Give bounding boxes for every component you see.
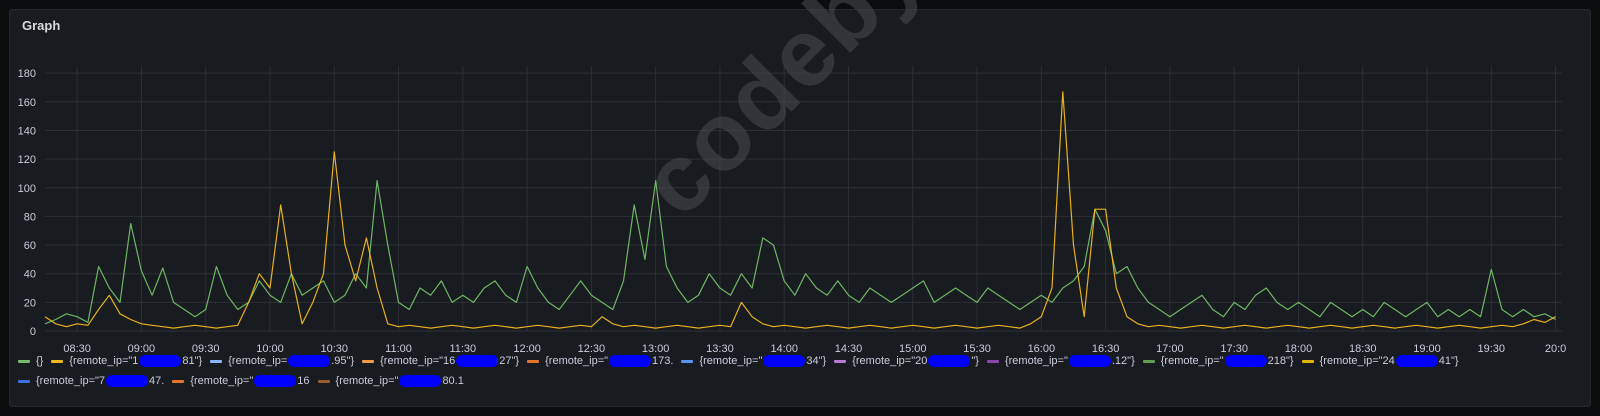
- legend-label: {remote_ip=": [545, 355, 609, 367]
- legend-item[interactable]: {remote_ip=" 80.1: [317, 373, 464, 389]
- legend: {} {remote_ip="1 81"} {remote_ip= .95"} {remo…: [18, 353, 1568, 389]
- legend-item[interactable]: {remote_ip=" 173.: [527, 353, 673, 369]
- y-tick-label: 80: [24, 211, 36, 223]
- redaction-mark: [254, 375, 297, 387]
- redaction-mark: [106, 375, 149, 387]
- redaction-mark: [139, 355, 182, 367]
- redaction-mark: [1224, 355, 1267, 367]
- legend-label: {remote_ip=": [1004, 355, 1068, 367]
- legend-item[interactable]: {remote_ip="1 81"}: [51, 353, 202, 369]
- legend-swatch-icon: [1301, 359, 1314, 363]
- y-tick-label: 40: [24, 269, 36, 281]
- legend-label-suffix: "}: [971, 355, 979, 367]
- legend-label: {remote_ip=": [699, 355, 763, 367]
- legend-item[interactable]: {remote_ip=" 16: [172, 373, 310, 389]
- legend-label-suffix: 80.1: [442, 375, 464, 387]
- redaction-mark: [456, 355, 499, 367]
- legend-label: {remote_ip="7: [36, 375, 106, 387]
- legend-item[interactable]: {remote_ip="7 47.: [18, 373, 164, 389]
- legend-item[interactable]: {remote_ip="20 "}: [834, 353, 979, 369]
- legend-label-suffix: 34"}: [806, 355, 827, 367]
- legend-swatch-icon: [317, 379, 330, 383]
- legend-label-suffix: 27"}: [499, 355, 520, 367]
- legend-swatch-icon: [210, 359, 223, 363]
- legend-label: {remote_ip="1: [69, 355, 139, 367]
- redaction-mark: [1395, 355, 1438, 367]
- legend-item[interactable]: {remote_ip= .95"}: [210, 353, 354, 369]
- legend-item[interactable]: {remote_ip="16 27"}: [362, 353, 519, 369]
- redaction-mark: [609, 355, 652, 367]
- legend-swatch-icon: [362, 359, 375, 363]
- legend-label: {remote_ip="24: [1319, 355, 1395, 367]
- y-tick-label: 180: [18, 68, 36, 80]
- y-tick-label: 120: [18, 154, 36, 166]
- legend-swatch-icon: [834, 359, 847, 363]
- legend-label: {}: [36, 355, 44, 367]
- legend-swatch-icon: [1142, 359, 1155, 363]
- legend-item[interactable]: {remote_ip=" 34"}: [681, 353, 826, 369]
- redaction-mark: [763, 355, 806, 367]
- y-tick-label: 20: [24, 297, 36, 309]
- legend-swatch-icon: [51, 359, 64, 363]
- legend-label: {remote_ip=": [335, 375, 399, 387]
- y-tick-label: 140: [18, 125, 36, 137]
- legend-label-suffix: .12"}: [1111, 355, 1135, 367]
- y-tick-label: 0: [30, 326, 36, 338]
- legend-label: {remote_ip="20: [852, 355, 928, 367]
- legend-swatch-icon: [527, 359, 540, 363]
- series-line-1: [44, 91, 1556, 329]
- legend-item[interactable]: {remote_ip=" 218"}: [1142, 353, 1294, 369]
- legend-item[interactable]: {remote_ip=" .12"}: [986, 353, 1135, 369]
- redaction-mark: [1068, 355, 1111, 367]
- legend-label-suffix: 173.: [652, 355, 674, 367]
- legend-label-suffix: 16: [297, 375, 310, 387]
- legend-swatch-icon: [986, 359, 999, 363]
- legend-swatch-icon: [172, 379, 185, 383]
- legend-swatch-icon: [18, 379, 30, 383]
- legend-label: {remote_ip=": [190, 375, 254, 387]
- legend-label-suffix: 218"}: [1267, 355, 1294, 367]
- legend-swatch-icon: [18, 359, 30, 363]
- redaction-mark: [399, 375, 442, 387]
- legend-row: {} {remote_ip="1 81"} {remote_ip= .95"} {remo…: [18, 353, 1568, 389]
- legend-swatch-icon: [681, 359, 694, 363]
- redaction-mark: [288, 355, 331, 367]
- legend-item[interactable]: {}: [18, 353, 43, 369]
- y-tick-label: 100: [18, 183, 36, 195]
- legend-label: {remote_ip=": [1160, 355, 1224, 367]
- redaction-mark: [928, 355, 971, 367]
- legend-label: {remote_ip="16: [380, 355, 456, 367]
- legend-item[interactable]: {remote_ip="24 41"}: [1301, 353, 1459, 369]
- legend-label-suffix: 47.: [149, 375, 165, 387]
- legend-label-suffix: 81"}: [182, 355, 203, 367]
- legend-label: {remote_ip=: [228, 355, 288, 367]
- y-tick-label: 160: [18, 97, 36, 109]
- legend-label-suffix: 41"}: [1438, 355, 1459, 367]
- y-tick-label: 60: [24, 240, 36, 252]
- legend-label-suffix: .95"}: [331, 355, 355, 367]
